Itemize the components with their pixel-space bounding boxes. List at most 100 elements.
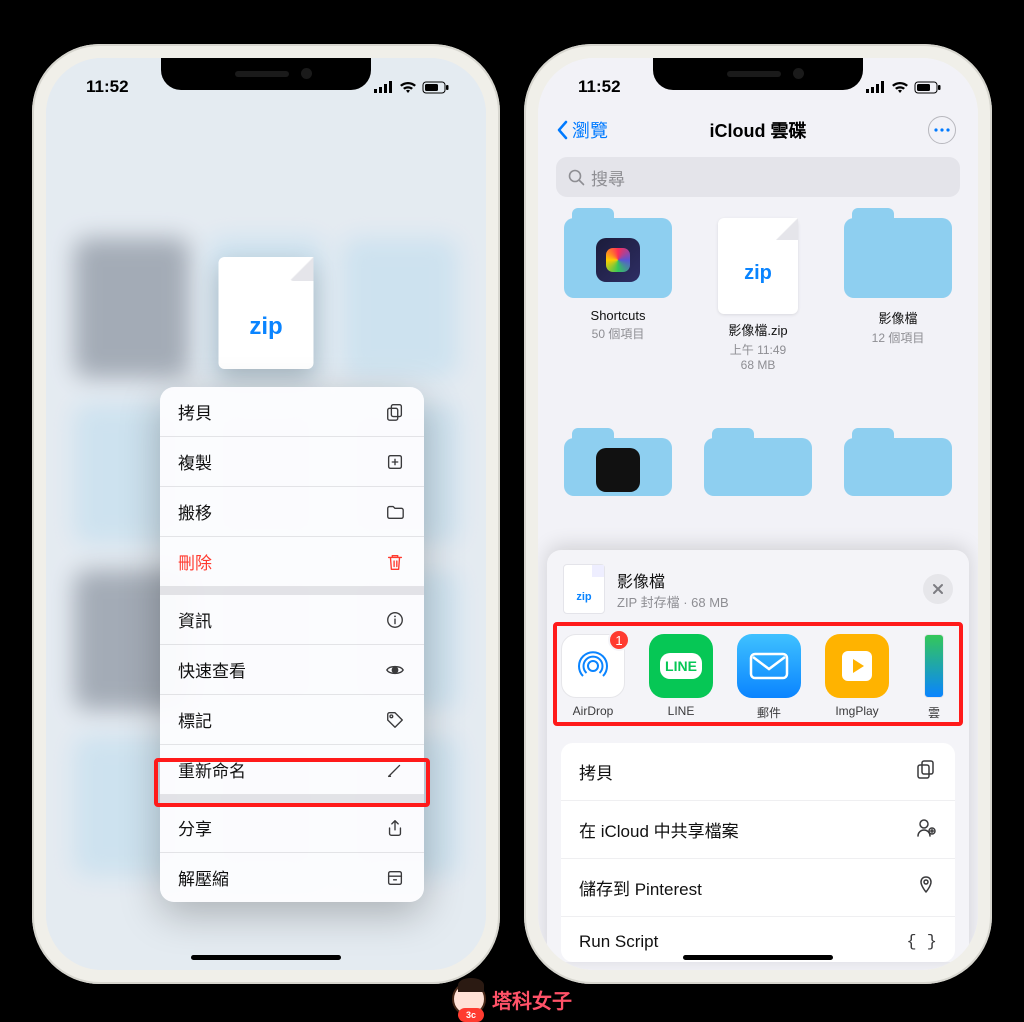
- status-time: 11:52: [578, 77, 621, 97]
- file-item[interactable]: [696, 438, 820, 502]
- context-menu-label: 標記: [178, 707, 212, 732]
- share-app-line[interactable]: LINELINE: [649, 634, 713, 721]
- context-menu: 拷貝複製搬移刪除資訊快速查看標記重新命名分享解壓縮: [160, 387, 424, 902]
- file-item[interactable]: zip影像檔.zip上午 11:4968 MB: [696, 218, 820, 373]
- braces-icon: { }: [906, 933, 937, 952]
- share-action-label: 儲存到 Pinterest: [579, 875, 702, 900]
- file-item[interactable]: [836, 438, 960, 502]
- share-app-label: AirDrop: [573, 704, 614, 718]
- cellular-icon: [866, 81, 886, 93]
- share-app-imgplay[interactable]: ImgPlay: [825, 634, 889, 721]
- share-sheet-header: zip 影像檔 ZIP 封存檔 · 68 MB: [547, 550, 969, 626]
- context-menu-label: 複製: [178, 449, 212, 474]
- context-menu-label: 刪除: [178, 549, 212, 574]
- search-placeholder: 搜尋: [591, 165, 625, 190]
- context-menu-label: 快速查看: [178, 657, 246, 682]
- share-action-person-add[interactable]: 在 iCloud 中共享檔案: [561, 801, 955, 859]
- file-item[interactable]: 影像檔 12 個項目: [836, 218, 960, 373]
- file-thumbnail-icon: zip: [563, 564, 605, 614]
- duplicate-icon: [384, 451, 406, 473]
- more-button[interactable]: [928, 116, 956, 144]
- context-menu-item-tag[interactable]: 標記: [160, 695, 424, 745]
- share-action-label: Run Script: [579, 932, 658, 952]
- close-icon: [932, 583, 944, 595]
- home-indicator[interactable]: [683, 955, 833, 960]
- imgplay-icon: [825, 634, 889, 698]
- status-time: 11:52: [86, 77, 129, 97]
- close-button[interactable]: [923, 574, 953, 604]
- battery-icon: [914, 81, 942, 94]
- search-icon: [568, 169, 585, 186]
- file-grid-row2: [556, 438, 960, 502]
- share-app-label: LINE: [668, 704, 695, 718]
- copy-icon: [384, 401, 406, 423]
- wifi-icon: [399, 81, 417, 94]
- share-file-detail: ZIP 封存檔 · 68 MB: [617, 592, 729, 611]
- share-app-row[interactable]: 1 AirDrop LINELINE 郵件 ImgPlay 雲: [547, 626, 969, 725]
- context-menu-label: 搬移: [178, 499, 212, 524]
- cellular-icon: [374, 81, 394, 93]
- file-subtitle: 50 個項目: [592, 327, 645, 342]
- folder-icon: [384, 501, 406, 523]
- screen-right: 11:52: [538, 58, 978, 970]
- context-menu-item-eye[interactable]: 快速查看: [160, 645, 424, 695]
- file-subtitle: 上午 11:4968 MB: [730, 343, 786, 373]
- notification-badge: 1: [608, 629, 630, 651]
- share-action-list: 拷貝在 iCloud 中共享檔案儲存到 Pinterest Run Script {…: [561, 743, 955, 962]
- watermark-avatar-icon: [452, 982, 486, 1016]
- share-app-label: 雲: [928, 704, 940, 721]
- person-add-icon: [915, 816, 937, 843]
- share-action-pin[interactable]: 儲存到 Pinterest: [561, 859, 955, 917]
- notch: [653, 58, 863, 90]
- phone-left: 11:52 zip 拷貝複製搬移刪除資訊快速查看標記重新命名分享解壓縮: [32, 44, 500, 984]
- context-menu-item-share[interactable]: 分享: [160, 803, 424, 853]
- share-app-airdrop[interactable]: 1 AirDrop: [561, 634, 625, 721]
- file-grid: Shortcuts50 個項目zip影像檔.zip上午 11:4968 MB影像…: [556, 218, 960, 373]
- trash-icon: [384, 551, 406, 573]
- share-action-copy[interactable]: 拷貝: [561, 743, 955, 801]
- share-action-label: 在 iCloud 中共享檔案: [579, 817, 739, 842]
- share-app-mail[interactable]: 郵件: [737, 634, 801, 721]
- eye-icon: [384, 659, 406, 681]
- file-item[interactable]: [556, 438, 680, 502]
- file-subtitle: 12 個項目: [872, 331, 925, 346]
- search-input[interactable]: 搜尋: [556, 157, 960, 197]
- navbar: 瀏覽 iCloud 雲碟: [538, 106, 978, 154]
- context-menu-label: 資訊: [178, 607, 212, 632]
- share-icon: [384, 817, 406, 839]
- file-preview-zip[interactable]: zip: [219, 257, 314, 369]
- tag-icon: [384, 709, 406, 731]
- info-icon: [384, 609, 406, 631]
- context-menu-item-archive[interactable]: 解壓縮: [160, 853, 424, 902]
- share-action-label: 拷貝: [579, 759, 613, 784]
- notch: [161, 58, 371, 90]
- share-app-label: 郵件: [757, 704, 781, 721]
- airdrop-icon: 1: [561, 634, 625, 698]
- pencil-icon: [384, 759, 406, 781]
- context-menu-item-duplicate[interactable]: 複製: [160, 437, 424, 487]
- battery-icon: [422, 81, 450, 94]
- context-menu-item-info[interactable]: 資訊: [160, 595, 424, 645]
- back-button[interactable]: 瀏覽: [556, 117, 608, 143]
- share-app-label: ImgPlay: [835, 704, 878, 718]
- zip-label: zip: [219, 313, 314, 341]
- home-indicator[interactable]: [191, 955, 341, 960]
- context-menu-label: 拷貝: [178, 399, 212, 424]
- watermark-text: 塔科女子: [492, 985, 572, 1014]
- context-menu-item-pencil[interactable]: 重新命名: [160, 745, 424, 795]
- mail-icon: [737, 634, 801, 698]
- file-item[interactable]: Shortcuts 50 個項目: [556, 218, 680, 373]
- screen-left: 11:52 zip 拷貝複製搬移刪除資訊快速查看標記重新命名分享解壓縮: [46, 58, 486, 970]
- extra-icon: [924, 634, 944, 698]
- file-name: 影像檔: [878, 308, 917, 327]
- watermark: 塔科女子: [452, 982, 572, 1016]
- share-app-extra[interactable]: 雲: [913, 634, 955, 721]
- back-label: 瀏覽: [572, 117, 608, 143]
- context-menu-item-trash[interactable]: 刪除: [160, 537, 424, 587]
- ellipsis-icon: [934, 128, 950, 132]
- context-menu-item-folder[interactable]: 搬移: [160, 487, 424, 537]
- share-file-name: 影像檔: [617, 568, 729, 592]
- file-name: Shortcuts: [591, 308, 646, 323]
- context-menu-item-copy[interactable]: 拷貝: [160, 387, 424, 437]
- folder-icon: [844, 218, 952, 298]
